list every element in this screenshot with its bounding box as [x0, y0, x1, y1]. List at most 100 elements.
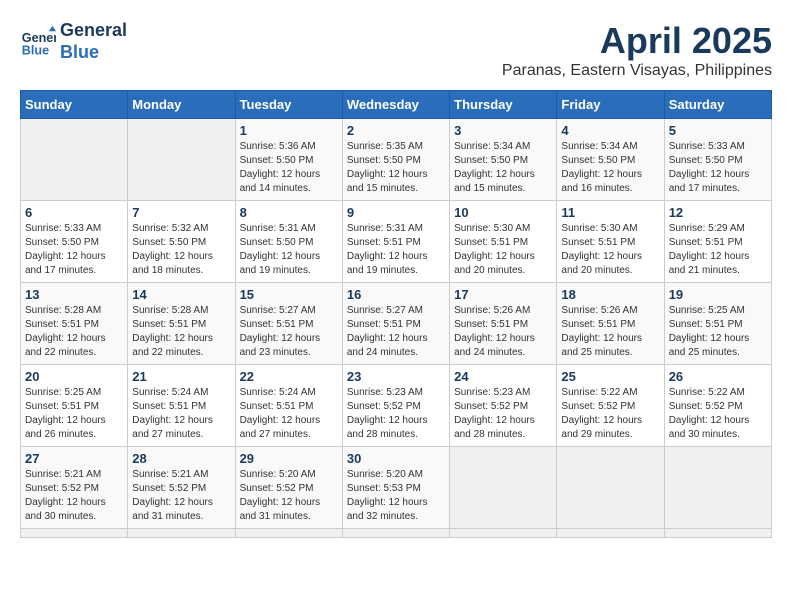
calendar-cell: 17Sunrise: 5:26 AMSunset: 5:51 PMDayligh…	[450, 283, 557, 365]
day-number: 25	[561, 369, 659, 384]
calendar-cell: 7 Sunrise: 5:32 AMSunset: 5:50 PMDaylight…	[128, 201, 235, 283]
calendar-cell: 19Sunrise: 5:25 AMSunset: 5:51 PMDayligh…	[664, 283, 771, 365]
day-info: Sunrise: 5:24 AMSunset: 5:51 PMDaylight:…	[132, 386, 230, 442]
calendar-cell: 30 Sunrise: 5:20 AMSunset: 5:53 PMDayligh…	[342, 447, 449, 529]
calendar-cell: 13 Sunrise: 5:28 AMSunset: 5:51 PMDayligh…	[21, 283, 128, 365]
day-number: 28	[132, 451, 230, 466]
calendar-cell: 21 Sunrise: 5:24 AMSunset: 5:51 PMDayligh…	[128, 365, 235, 447]
day-info: Sunrise: 5:25 AMSunset: 5:51 PMDaylight:…	[25, 386, 123, 442]
calendar-cell: 1Sunrise: 5:36 AMSunset: 5:50 PMDaylight…	[235, 119, 342, 201]
day-info: Sunrise: 5:20 AMSunset: 5:53 PMDaylight:…	[347, 468, 445, 524]
day-info: Sunrise: 5:34 AMSunset: 5:50 PMDaylight:…	[561, 140, 659, 196]
calendar-cell: 9 Sunrise: 5:31 AMSunset: 5:51 PMDaylight…	[342, 201, 449, 283]
calendar-week-row: 6Sunrise: 5:33 AMSunset: 5:50 PMDaylight…	[21, 201, 772, 283]
calendar-cell: 11 Sunrise: 5:30 AMSunset: 5:51 PMDayligh…	[557, 201, 664, 283]
day-number: 21	[132, 369, 230, 384]
location-title: Paranas, Eastern Visayas, Philippines	[502, 62, 772, 80]
day-number: 15	[240, 287, 338, 302]
day-info: Sunrise: 5:21 AMSunset: 5:52 PMDaylight:…	[132, 468, 230, 524]
day-info: Sunrise: 5:22 AMSunset: 5:52 PMDaylight:…	[561, 386, 659, 442]
day-number: 4	[561, 123, 659, 138]
logo: General Blue General Blue	[20, 20, 127, 63]
day-info: Sunrise: 5:31 AMSunset: 5:51 PMDaylight:…	[347, 222, 445, 278]
day-info: Sunrise: 5:28 AMSunset: 5:51 PMDaylight:…	[25, 304, 123, 360]
day-number: 5	[669, 123, 767, 138]
calendar-week-row: 27 Sunrise: 5:21 AMSunset: 5:52 PMDayligh…	[21, 447, 772, 529]
day-number: 10	[454, 205, 552, 220]
day-info: Sunrise: 5:28 AMSunset: 5:51 PMDaylight:…	[132, 304, 230, 360]
calendar-cell: 22 Sunrise: 5:24 AMSunset: 5:51 PMDayligh…	[235, 365, 342, 447]
logo-blue: Blue	[60, 42, 127, 64]
day-info: Sunrise: 5:23 AMSunset: 5:52 PMDaylight:…	[347, 386, 445, 442]
title-block: April 2025 Paranas, Eastern Visayas, Phi…	[502, 20, 772, 80]
weekday-header-thursday: Thursday	[450, 91, 557, 119]
day-info: Sunrise: 5:24 AMSunset: 5:51 PMDaylight:…	[240, 386, 338, 442]
weekday-header-tuesday: Tuesday	[235, 91, 342, 119]
calendar-cell	[450, 447, 557, 529]
day-number: 11	[561, 205, 659, 220]
calendar-cell	[235, 529, 342, 538]
calendar-cell	[128, 119, 235, 201]
calendar-cell	[557, 447, 664, 529]
weekday-header-monday: Monday	[128, 91, 235, 119]
calendar-cell	[342, 529, 449, 538]
calendar-cell: 3Sunrise: 5:34 AMSunset: 5:50 PMDaylight…	[450, 119, 557, 201]
calendar-cell: 4 Sunrise: 5:34 AMSunset: 5:50 PMDaylight…	[557, 119, 664, 201]
day-number: 27	[25, 451, 123, 466]
weekday-header-row: SundayMondayTuesdayWednesdayThursdayFrid…	[21, 91, 772, 119]
calendar-cell: 5 Sunrise: 5:33 AMSunset: 5:50 PMDaylight…	[664, 119, 771, 201]
day-number: 9	[347, 205, 445, 220]
calendar-week-row	[21, 529, 772, 538]
day-number: 24	[454, 369, 552, 384]
day-number: 23	[347, 369, 445, 384]
calendar-cell	[557, 529, 664, 538]
calendar-cell: 6Sunrise: 5:33 AMSunset: 5:50 PMDaylight…	[21, 201, 128, 283]
day-number: 18	[561, 287, 659, 302]
day-info: Sunrise: 5:36 AMSunset: 5:50 PMDaylight:…	[240, 140, 338, 196]
calendar-cell: 18 Sunrise: 5:26 AMSunset: 5:51 PMDayligh…	[557, 283, 664, 365]
calendar-cell	[664, 529, 771, 538]
day-info: Sunrise: 5:31 AMSunset: 5:50 PMDaylight:…	[240, 222, 338, 278]
calendar-cell: 23 Sunrise: 5:23 AMSunset: 5:52 PMDayligh…	[342, 365, 449, 447]
calendar-table: SundayMondayTuesdayWednesdayThursdayFrid…	[20, 90, 772, 538]
weekday-header-saturday: Saturday	[664, 91, 771, 119]
day-number: 22	[240, 369, 338, 384]
weekday-header-friday: Friday	[557, 91, 664, 119]
day-info: Sunrise: 5:33 AMSunset: 5:50 PMDaylight:…	[669, 140, 767, 196]
day-info: Sunrise: 5:30 AMSunset: 5:51 PMDaylight:…	[454, 222, 552, 278]
day-number: 12	[669, 205, 767, 220]
day-info: Sunrise: 5:21 AMSunset: 5:52 PMDaylight:…	[25, 468, 123, 524]
day-number: 13	[25, 287, 123, 302]
day-number: 29	[240, 451, 338, 466]
calendar-cell: 29 Sunrise: 5:20 AMSunset: 5:52 PMDayligh…	[235, 447, 342, 529]
day-number: 16	[347, 287, 445, 302]
day-number: 30	[347, 451, 445, 466]
day-info: Sunrise: 5:26 AMSunset: 5:51 PMDaylight:…	[561, 304, 659, 360]
calendar-cell: 15Sunrise: 5:27 AMSunset: 5:51 PMDayligh…	[235, 283, 342, 365]
calendar-cell: 28 Sunrise: 5:21 AMSunset: 5:52 PMDayligh…	[128, 447, 235, 529]
month-title: April 2025	[502, 20, 772, 62]
day-info: Sunrise: 5:30 AMSunset: 5:51 PMDaylight:…	[561, 222, 659, 278]
day-info: Sunrise: 5:25 AMSunset: 5:51 PMDaylight:…	[669, 304, 767, 360]
calendar-cell: 10 Sunrise: 5:30 AMSunset: 5:51 PMDayligh…	[450, 201, 557, 283]
calendar-body: 1Sunrise: 5:36 AMSunset: 5:50 PMDaylight…	[21, 119, 772, 538]
day-info: Sunrise: 5:35 AMSunset: 5:50 PMDaylight:…	[347, 140, 445, 196]
calendar-week-row: 1Sunrise: 5:36 AMSunset: 5:50 PMDaylight…	[21, 119, 772, 201]
day-info: Sunrise: 5:32 AMSunset: 5:50 PMDaylight:…	[132, 222, 230, 278]
day-number: 20	[25, 369, 123, 384]
day-info: Sunrise: 5:34 AMSunset: 5:50 PMDaylight:…	[454, 140, 552, 196]
day-info: Sunrise: 5:27 AMSunset: 5:51 PMDaylight:…	[347, 304, 445, 360]
calendar-cell: 8Sunrise: 5:31 AMSunset: 5:50 PMDaylight…	[235, 201, 342, 283]
logo-icon: General Blue	[20, 24, 56, 60]
page-header: General Blue General Blue April 2025 Par…	[20, 20, 772, 80]
day-number: 7	[132, 205, 230, 220]
calendar-cell	[664, 447, 771, 529]
svg-text:Blue: Blue	[22, 43, 49, 57]
weekday-header-sunday: Sunday	[21, 91, 128, 119]
day-number: 14	[132, 287, 230, 302]
calendar-cell: 14 Sunrise: 5:28 AMSunset: 5:51 PMDayligh…	[128, 283, 235, 365]
calendar-week-row: 13 Sunrise: 5:28 AMSunset: 5:51 PMDayligh…	[21, 283, 772, 365]
day-info: Sunrise: 5:29 AMSunset: 5:51 PMDaylight:…	[669, 222, 767, 278]
calendar-cell: 24Sunrise: 5:23 AMSunset: 5:52 PMDayligh…	[450, 365, 557, 447]
day-info: Sunrise: 5:20 AMSunset: 5:52 PMDaylight:…	[240, 468, 338, 524]
